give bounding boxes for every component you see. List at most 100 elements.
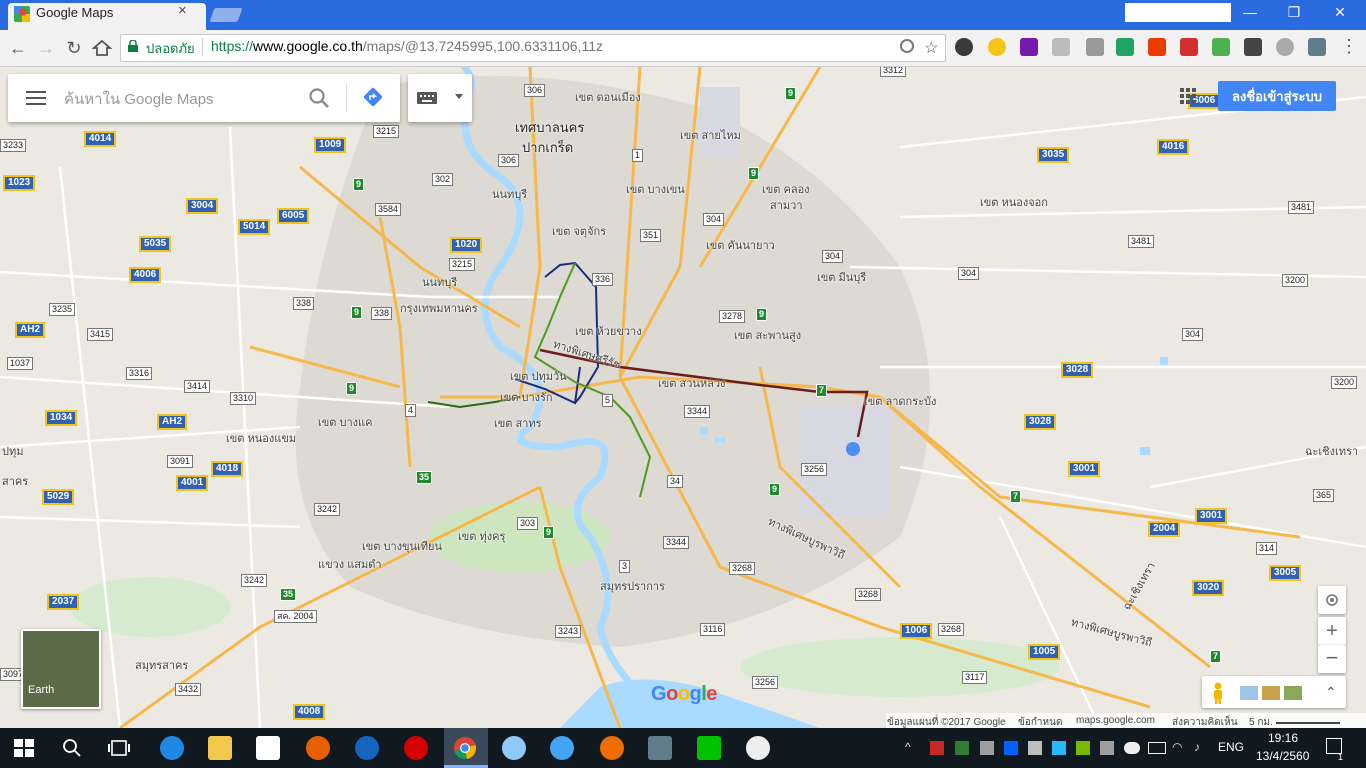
firefox-icon[interactable]: [306, 736, 330, 760]
profile-box[interactable]: [1125, 3, 1231, 22]
map-canvas[interactable]: เทศบาลนคร ปากเกร็ด เขต ดอนเมือง เขต สายไ…: [0, 67, 1366, 728]
windows-start-icon[interactable]: [14, 739, 34, 757]
tray-app-icon[interactable]: [1028, 741, 1042, 755]
tray-app-icon[interactable]: [1100, 741, 1114, 755]
tray-app-icon[interactable]: [930, 741, 944, 755]
close-window-button[interactable]: ✕: [1320, 4, 1360, 21]
restore-button[interactable]: ❐: [1274, 4, 1314, 21]
place-label[interactable]: ปากเกร็ด: [522, 137, 573, 158]
extension-box-icon[interactable]: [1086, 38, 1104, 56]
place-label[interactable]: นนทบุรี: [422, 273, 457, 291]
extension-globe-icon[interactable]: [955, 38, 973, 56]
tab-close-icon[interactable]: ×: [178, 2, 187, 19]
place-label[interactable]: กรุงเทพมหานคร: [400, 299, 478, 317]
pocket-icon[interactable]: [1180, 38, 1198, 56]
expand-up-icon[interactable]: ⌃: [1325, 684, 1337, 701]
line-icon[interactable]: [697, 736, 721, 760]
imagery-thumbnail[interactable]: [1262, 686, 1280, 700]
place-label[interactable]: เขต สวนหลวง: [658, 374, 725, 392]
place-label[interactable]: เขต บางรัก: [500, 388, 553, 406]
bookmark-star-icon[interactable]: ☆: [924, 38, 938, 58]
place-label[interactable]: ปทุม: [2, 442, 23, 460]
language-indicator[interactable]: ENG: [1218, 740, 1244, 754]
blocked-popup-icon[interactable]: [900, 39, 914, 53]
tray-app-icon[interactable]: [980, 741, 994, 755]
nvidia-icon[interactable]: [1076, 741, 1090, 755]
file-explorer-icon[interactable]: [208, 736, 232, 760]
imagery-thumbnail[interactable]: [1284, 686, 1302, 700]
place-label[interactable]: เขต ลาดกระบัง: [864, 392, 936, 410]
onenote-icon[interactable]: [1020, 38, 1038, 56]
place-label[interactable]: เขต หนองแขม: [226, 429, 296, 447]
place-label[interactable]: เขต สาทร: [494, 414, 542, 432]
place-label[interactable]: เขต คันนายาว: [706, 236, 775, 254]
chrome-icon[interactable]: [453, 736, 477, 760]
earth-view-toggle[interactable]: [21, 629, 101, 709]
clock-time[interactable]: 19:16: [1268, 731, 1298, 745]
dropbox-icon[interactable]: [1004, 741, 1018, 755]
extension-clock-icon[interactable]: [988, 38, 1006, 56]
grammarly-icon[interactable]: [1244, 38, 1262, 56]
extension-person-icon[interactable]: [1276, 38, 1294, 56]
volume-icon[interactable]: ♪: [1194, 740, 1200, 754]
imagery-thumbnail[interactable]: [1240, 686, 1258, 700]
app-globe-icon[interactable]: [355, 736, 379, 760]
app-firefox-dev-icon[interactable]: [600, 736, 624, 760]
tray-expand-icon[interactable]: ^: [905, 740, 911, 754]
search-input[interactable]: [62, 84, 306, 114]
extension-colors-icon[interactable]: [1212, 38, 1230, 56]
tray-app-icon[interactable]: [1052, 741, 1066, 755]
extension-shield-icon[interactable]: [1308, 38, 1326, 56]
keyboard-icon[interactable]: [417, 92, 437, 104]
zoom-out-button[interactable]: −: [1318, 645, 1346, 673]
google-drive-icon[interactable]: [1116, 38, 1134, 56]
place-label[interactable]: เขต มีนบุรี: [817, 268, 866, 286]
chrome-menu-icon[interactable]: ⋮: [1340, 36, 1358, 57]
new-tab-button[interactable]: [209, 8, 243, 22]
place-label[interactable]: เขต สะพานสูง: [734, 326, 801, 344]
place-label[interactable]: เขต หนองจอก: [980, 193, 1048, 211]
chevron-down-icon[interactable]: [455, 94, 463, 100]
my-location-button[interactable]: [1318, 586, 1346, 614]
place-label[interactable]: เขต บางขุนเทียน: [362, 537, 442, 555]
minimize-button[interactable]: —: [1230, 4, 1270, 20]
virtualbox-icon[interactable]: [648, 736, 672, 760]
back-arrow-icon[interactable]: ←: [7, 37, 29, 59]
site-link[interactable]: maps.google.com: [1076, 715, 1155, 726]
directions-icon[interactable]: [362, 86, 384, 108]
place-label[interactable]: เขต ดอนเมือง: [575, 88, 641, 106]
place-label[interactable]: เขต ทุ่งครุ: [458, 527, 505, 545]
place-label[interactable]: สมุทรสาคร: [135, 656, 188, 674]
zoom-in-button[interactable]: +: [1318, 617, 1346, 645]
reload-icon[interactable]: ↻: [63, 37, 85, 59]
place-label[interactable]: นนทบุรี: [492, 185, 527, 203]
office-icon[interactable]: [1148, 38, 1166, 56]
edge-icon[interactable]: [160, 736, 184, 760]
place-label[interactable]: เขต บางเขน: [626, 180, 685, 198]
extension-folder-icon[interactable]: [1052, 38, 1070, 56]
place-label[interactable]: แขวง แสมดำ: [318, 555, 382, 573]
forward-arrow-icon[interactable]: →: [35, 37, 57, 59]
search-icon[interactable]: [308, 87, 330, 109]
app-ball-icon[interactable]: [502, 736, 526, 760]
place-label[interactable]: สามวา: [770, 196, 803, 214]
store-icon[interactable]: [256, 736, 280, 760]
home-icon[interactable]: [92, 39, 112, 57]
sign-in-button[interactable]: ลงชื่อเข้าสู่ระบบ: [1218, 81, 1336, 111]
wifi-icon[interactable]: ◠: [1172, 740, 1182, 754]
place-label[interactable]: เขต จตุจักร: [552, 222, 606, 240]
place-label[interactable]: ฉะเชิงเทรา: [1305, 442, 1358, 460]
opera-icon[interactable]: [404, 736, 428, 760]
place-label[interactable]: เขต บางแค: [318, 413, 372, 431]
app-network-icon[interactable]: [550, 736, 574, 760]
tray-app-icon[interactable]: [955, 741, 969, 755]
place-label[interactable]: สมุทรปราการ: [600, 577, 665, 595]
pegman-icon[interactable]: [1210, 682, 1226, 704]
paint-icon[interactable]: [746, 736, 770, 760]
onedrive-icon[interactable]: [1124, 742, 1140, 754]
apps-grid-icon[interactable]: [1180, 88, 1196, 104]
task-view-icon[interactable]: [108, 739, 130, 757]
clock-date[interactable]: 13/4/2560: [1256, 749, 1309, 763]
place-label[interactable]: เขต ปทุมวัน: [510, 367, 567, 385]
place-label[interactable]: เขต สายไหม: [680, 126, 741, 144]
